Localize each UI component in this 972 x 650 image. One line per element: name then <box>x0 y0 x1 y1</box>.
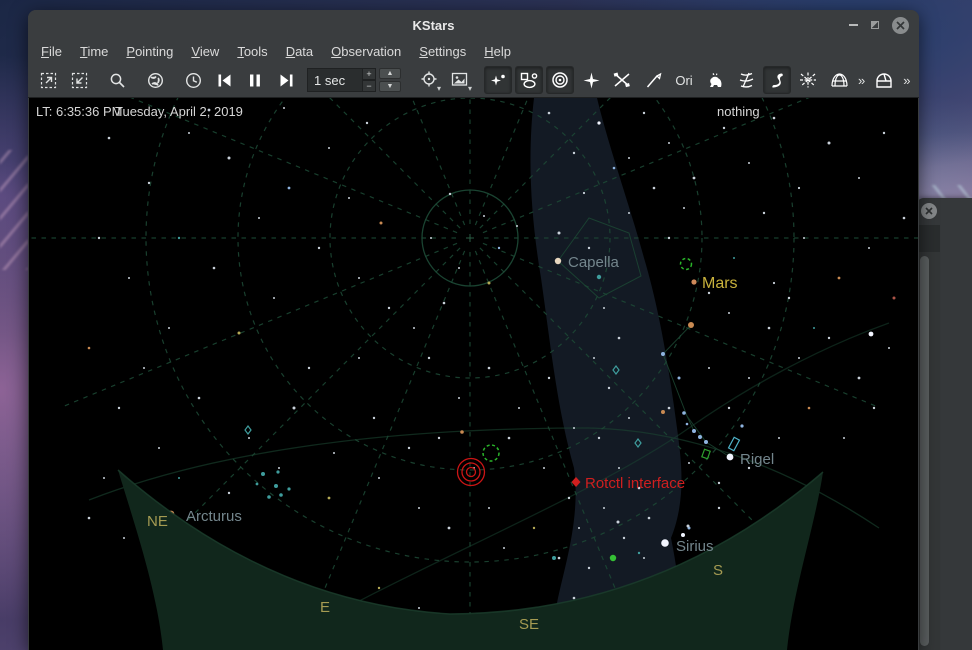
time-step-backward-button[interactable] <box>210 66 238 94</box>
milky-way-icon <box>769 72 785 89</box>
time-step-plus-button[interactable]: + <box>363 68 376 80</box>
time-step-forward-button[interactable] <box>272 66 300 94</box>
constellation-boundaries-icon <box>737 72 755 88</box>
direction-label-e: E <box>320 599 330 616</box>
menubar: File Time Pointing View Tools Data Obser… <box>28 40 919 63</box>
menu-file[interactable]: File <box>32 42 71 61</box>
ground <box>118 470 823 650</box>
zoom-fit-in-icon <box>40 72 57 89</box>
time-step-control: + − ▲ ▼ <box>307 68 401 92</box>
menu-settings[interactable]: Settings <box>410 42 475 61</box>
constellation-names-icon: Ori <box>675 73 692 88</box>
solar-system-icon <box>551 71 569 89</box>
skip-forward-icon <box>279 73 294 88</box>
sky-map-canvas[interactable]: Capella Mars Rigel Sirius Arcturus NE E SE S Rotc… <box>29 98 918 650</box>
toggle-constellation-names-button[interactable]: Ori <box>670 66 698 94</box>
target-crosshair-icon <box>420 71 438 89</box>
background-window-strip <box>916 198 972 650</box>
pause-icon <box>248 73 262 88</box>
toggle-stars-button[interactable] <box>484 66 512 94</box>
toggle-clock-pause-button[interactable] <box>241 66 269 94</box>
horizontal-grid-icon <box>830 72 849 88</box>
scrollbar-track[interactable] <box>916 252 940 650</box>
minimize-icon[interactable] <box>849 24 858 26</box>
clock-icon <box>185 72 202 89</box>
image-icon <box>451 72 469 88</box>
toggle-satellites-button[interactable] <box>608 66 636 94</box>
direction-label-se: SE <box>519 616 539 633</box>
time-step-up-button[interactable]: ▲ <box>379 68 401 79</box>
toolbar-overflow-button[interactable]: » <box>856 73 867 88</box>
object-label-arcturus: Arcturus <box>186 508 242 525</box>
find-object-button[interactable] <box>103 66 131 94</box>
menu-help[interactable]: Help <box>475 42 520 61</box>
toolbar: + − ▲ ▼ ▾ ▾ <box>28 63 919 98</box>
flag-pin-icon <box>645 72 662 89</box>
toggle-supernovae-button[interactable] <box>577 66 605 94</box>
rabbit-icon <box>707 72 724 89</box>
skip-backward-icon <box>217 73 232 88</box>
toggle-flags-button[interactable] <box>639 66 667 94</box>
fov-symbol-button[interactable]: ▾ <box>446 66 474 94</box>
dropdown-caret-icon: ▾ <box>468 85 472 93</box>
close-icon[interactable] <box>892 17 909 34</box>
menu-tools[interactable]: Tools <box>228 42 276 61</box>
search-icon <box>109 72 126 89</box>
set-location-button[interactable] <box>141 66 169 94</box>
object-label-mars: Mars <box>702 275 738 292</box>
zoom-fit-in-button[interactable] <box>34 66 62 94</box>
zoom-fit-out-button[interactable] <box>65 66 93 94</box>
supernova-star-icon <box>583 72 600 89</box>
menu-observation[interactable]: Observation <box>322 42 410 61</box>
time-step-minus-button[interactable]: − <box>363 80 376 92</box>
observatory-dome-button[interactable] <box>870 66 898 94</box>
time-step-down-button[interactable]: ▼ <box>379 81 401 92</box>
toggle-constellation-boundaries-button[interactable] <box>732 66 760 94</box>
time-step-input[interactable] <box>307 68 363 92</box>
sky-map-svg: Capella Mars Rigel Sirius Arcturus NE E SE S Rotc… <box>29 98 918 650</box>
scrollbar-thumb[interactable] <box>920 256 929 646</box>
direction-label-s: S <box>713 562 723 579</box>
deep-sky-objects-icon <box>520 72 539 89</box>
toggle-constellation-art-button[interactable] <box>701 66 729 94</box>
restore-icon[interactable] <box>871 21 879 29</box>
toggle-milky-way-button[interactable] <box>763 66 791 94</box>
globe-icon <box>147 72 164 89</box>
object-label-rigel: Rigel <box>740 451 774 468</box>
titlebar[interactable]: KStars <box>28 10 919 40</box>
menu-pointing[interactable]: Pointing <box>117 42 182 61</box>
pointing-button[interactable]: ▾ <box>415 66 443 94</box>
object-label-capella: Capella <box>568 254 620 271</box>
observatory-dome-icon <box>875 72 893 89</box>
toggle-equatorial-grid-button[interactable] <box>794 66 822 94</box>
kstars-window: KStars File Time Pointing View Tools Dat… <box>28 10 919 650</box>
window-title: KStars <box>413 18 455 33</box>
toolbar-overflow-2-button[interactable]: » <box>901 73 912 88</box>
object-label-sirius: Sirius <box>676 538 714 555</box>
set-time-button[interactable] <box>179 66 207 94</box>
menu-view[interactable]: View <box>182 42 228 61</box>
toggle-horizontal-grid-button[interactable] <box>825 66 853 94</box>
wallpaper-streaks <box>0 150 28 270</box>
stars-icon <box>490 72 507 89</box>
menu-time[interactable]: Time <box>71 42 117 61</box>
rotctl-interface-label: Rotctl interface <box>585 475 685 492</box>
dropdown-caret-icon: ▾ <box>437 85 441 93</box>
close-icon[interactable] <box>921 203 937 219</box>
equatorial-grid-icon <box>799 72 817 88</box>
toggle-deep-sky-button[interactable] <box>515 66 543 94</box>
background-window-content <box>918 225 940 252</box>
toggle-solar-system-button[interactable] <box>546 66 574 94</box>
direction-label-ne: NE <box>147 513 168 530</box>
menu-data[interactable]: Data <box>277 42 322 61</box>
satellites-icon <box>613 72 631 88</box>
zoom-fit-out-icon <box>71 72 88 89</box>
